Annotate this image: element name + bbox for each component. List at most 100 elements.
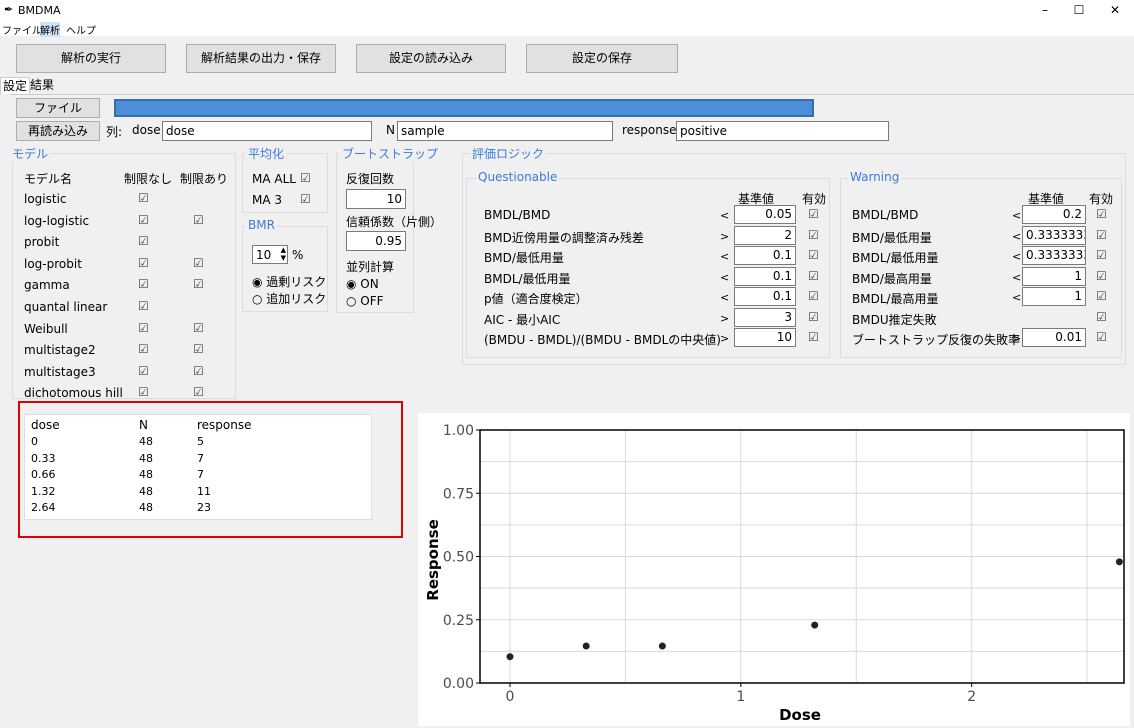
enabled-checkbox[interactable]: ☑ xyxy=(1096,248,1107,262)
y-tick-label: 0.00 xyxy=(443,676,474,692)
free-checkbox[interactable]: ☑ xyxy=(138,213,149,227)
enabled-checkbox[interactable]: ☑ xyxy=(1096,269,1107,283)
restricted-checkbox[interactable]: ☑ xyxy=(193,321,204,335)
threshold-input[interactable]: 2 xyxy=(734,225,796,245)
model-name: multistage3 xyxy=(24,364,96,379)
comparison-operator: < xyxy=(1012,291,1022,304)
threshold-input[interactable]: 0.1 xyxy=(734,266,796,286)
threshold-input[interactable]: 3 xyxy=(734,307,796,327)
iterations-input[interactable]: 10 xyxy=(346,189,406,209)
export-results-button[interactable]: 解析結果の出力・保存 xyxy=(186,44,336,73)
ma-all-label: MA ALL xyxy=(252,172,296,186)
restricted-checkbox[interactable]: ☑ xyxy=(193,385,204,399)
restricted-checkbox[interactable]: ☑ xyxy=(193,256,204,270)
enabled-checkbox[interactable]: ☑ xyxy=(1096,207,1107,221)
enabled-checkbox[interactable]: ☑ xyxy=(808,248,819,262)
dose-column-input[interactable]: dose xyxy=(162,121,372,141)
free-checkbox[interactable]: ☑ xyxy=(138,234,149,248)
threshold-input[interactable]: 0.3333333 xyxy=(1022,225,1086,245)
progress-bar xyxy=(114,99,814,117)
reload-button[interactable]: 再読み込み xyxy=(16,121,100,141)
load-settings-button[interactable]: 設定の読み込み xyxy=(356,44,506,73)
restricted-checkbox[interactable]: ☑ xyxy=(193,277,204,291)
threshold-input[interactable]: 10 xyxy=(734,328,796,347)
window-title: BMDMA xyxy=(18,4,61,17)
run-analysis-button[interactable]: 解析の実行 xyxy=(16,44,166,73)
enabled-checkbox[interactable]: ☑ xyxy=(808,228,819,242)
excess-risk-radio[interactable]: ◉ 過剰リスク xyxy=(252,273,326,290)
threshold-input[interactable]: 1 xyxy=(1022,287,1086,306)
parallel-on-radio[interactable]: ◉ ON xyxy=(346,277,379,291)
enabled-checkbox[interactable]: ☑ xyxy=(1096,330,1107,344)
ma3-checkbox[interactable]: ☑ xyxy=(300,192,311,206)
n-column-input[interactable]: sample xyxy=(397,121,613,141)
file-button[interactable]: ファイル xyxy=(16,98,100,118)
model-name: probit xyxy=(24,235,60,250)
model-name: Weibull xyxy=(24,321,68,336)
threshold-input[interactable]: 0.1 xyxy=(734,246,796,265)
dose-label: dose xyxy=(132,123,161,137)
tab-settings[interactable]: 設定 xyxy=(0,77,31,94)
criterion-label: AIC - 最小AIC xyxy=(484,312,561,327)
x-tick-label: 1 xyxy=(736,689,745,705)
model-name: quantal linear xyxy=(24,300,108,314)
restricted-checkbox[interactable]: ☑ xyxy=(193,342,204,356)
bmr-spinbox[interactable]: 10 ▲ ▼ xyxy=(252,245,288,264)
free-checkbox[interactable]: ☑ xyxy=(138,364,149,378)
spin-arrows-icon[interactable]: ▲ ▼ xyxy=(281,246,286,262)
confidence-input[interactable]: 0.95 xyxy=(346,231,406,251)
enabled-checkbox[interactable]: ☑ xyxy=(808,269,819,283)
added-risk-radio[interactable]: ○ 追加リスク xyxy=(252,290,326,307)
comparison-operator: > xyxy=(720,229,730,243)
comparison-operator: < xyxy=(1012,270,1022,284)
response-column-input[interactable]: positive xyxy=(676,121,889,141)
threshold-input[interactable]: 0.2 xyxy=(1022,205,1086,224)
enabled-checkbox[interactable]: ☑ xyxy=(1096,228,1107,242)
free-checkbox[interactable]: ☑ xyxy=(138,321,149,335)
minimize-button[interactable]: – xyxy=(1030,0,1060,20)
menu-file[interactable]: ファイル xyxy=(2,22,42,37)
threshold-input[interactable]: 0.05 xyxy=(734,205,796,224)
ma-all-checkbox[interactable]: ☑ xyxy=(300,171,311,185)
free-checkbox[interactable]: ☑ xyxy=(138,256,149,270)
criterion-label: p値（適合度検定） xyxy=(484,292,588,306)
free-checkbox[interactable]: ☑ xyxy=(138,191,149,205)
questionable-title: Questionable xyxy=(476,170,560,184)
menu-analysis[interactable]: 解析 xyxy=(40,22,60,37)
free-checkbox[interactable]: ☑ xyxy=(138,277,149,291)
restricted-checkbox[interactable]: ☑ xyxy=(193,213,204,227)
free-checkbox[interactable]: ☑ xyxy=(138,342,149,356)
enabled-checkbox[interactable]: ☑ xyxy=(808,289,819,303)
save-settings-button[interactable]: 設定の保存 xyxy=(526,44,678,73)
enabled-checkbox[interactable]: ☑ xyxy=(1096,289,1107,303)
criterion-label: BMDL/BMD xyxy=(852,208,919,222)
bootstrap-title: ブートストラップ xyxy=(340,145,441,162)
enabled-checkbox[interactable]: ☑ xyxy=(808,207,819,221)
restricted-checkbox[interactable]: ☑ xyxy=(193,364,204,378)
threshold-input[interactable]: 0.3333333 xyxy=(1022,246,1086,265)
iterations-label: 反復回数 xyxy=(346,172,395,186)
ma3-label: MA 3 xyxy=(252,193,283,207)
close-button[interactable]: ✕ xyxy=(1100,0,1130,20)
tab-results[interactable]: 結果 xyxy=(28,77,56,94)
free-checkbox[interactable]: ☑ xyxy=(138,299,149,313)
threshold-input[interactable]: 0.01 xyxy=(1022,328,1086,347)
enabled-checkbox[interactable]: ☑ xyxy=(808,330,819,344)
menu-help[interactable]: ヘルプ xyxy=(66,22,96,37)
maximize-button[interactable]: ☐ xyxy=(1064,0,1094,20)
criterion-label: BMD近傍用量の調整済み残差 xyxy=(484,230,644,245)
columns-label: 列: xyxy=(106,125,123,139)
threshold-input[interactable]: 1 xyxy=(1022,266,1086,286)
comparison-operator: < xyxy=(1012,229,1022,243)
criterion-label: ブートストラップ反復の失敗率 xyxy=(852,333,1021,347)
threshold-input[interactable]: 0.1 xyxy=(734,287,796,306)
highlight-box xyxy=(18,401,403,538)
comparison-operator: < xyxy=(720,291,730,304)
y-tick-label: 1.00 xyxy=(443,423,474,439)
enabled-checkbox[interactable]: ☑ xyxy=(808,310,819,324)
free-checkbox[interactable]: ☑ xyxy=(138,385,149,399)
parallel-off-radio[interactable]: ○ OFF xyxy=(346,294,384,308)
w-enabled-header: 有効 xyxy=(1089,192,1114,206)
comparison-operator: > xyxy=(720,332,730,345)
enabled-checkbox[interactable]: ☑ xyxy=(1096,310,1107,324)
